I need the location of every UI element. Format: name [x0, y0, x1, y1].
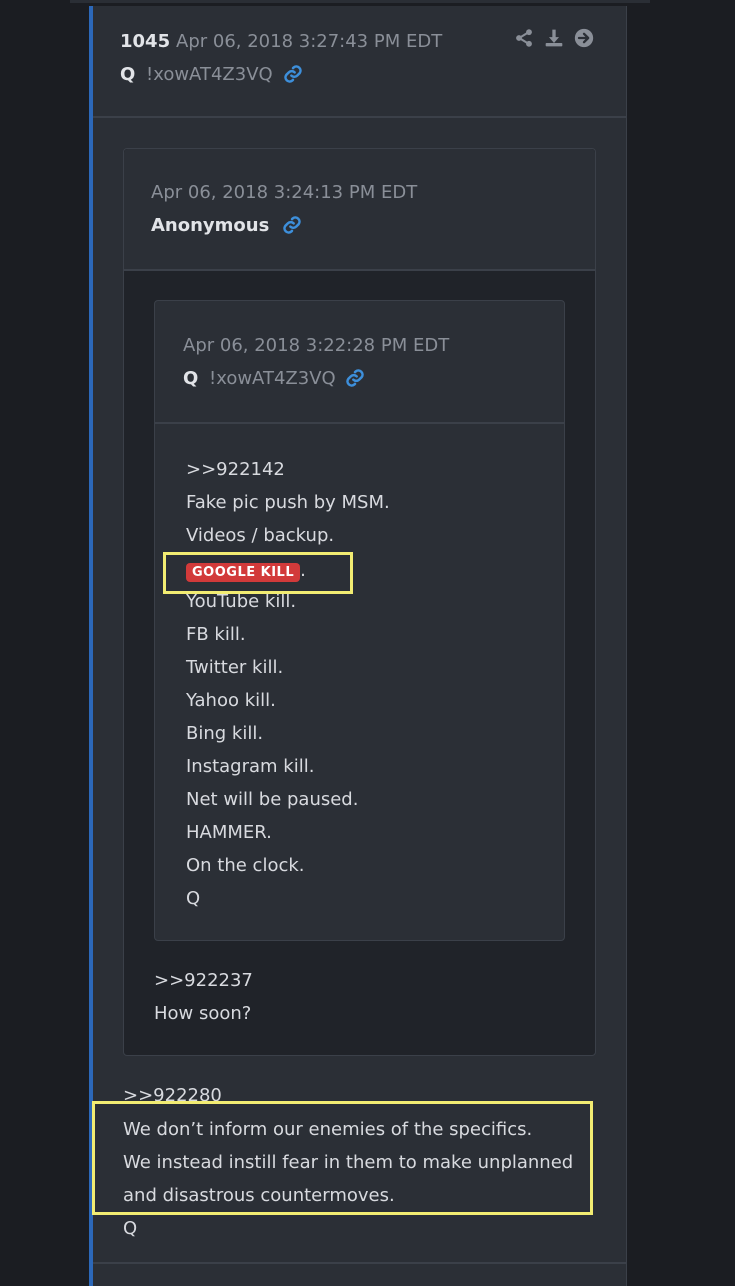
reply-reference[interactable]: >>922142 — [186, 459, 285, 480]
arrow-right-circle-icon[interactable] — [574, 28, 594, 48]
quoted-post-header: Apr 06, 2018 3:24:13 PM EDT Anonymous — [124, 149, 595, 271]
post-date: Apr 06, 2018 3:27:43 PM EDT — [176, 31, 443, 52]
quoted-post-tripcode: !xowAT4Z3VQ — [209, 368, 336, 389]
post-text-line: YouTube kill. — [186, 591, 297, 612]
post-text-line: Twitter kill. — [186, 657, 284, 678]
highlight-box — [163, 552, 353, 594]
link-icon[interactable] — [282, 215, 302, 235]
quoted-post-header: Apr 06, 2018 3:22:28 PM EDT Q !xowAT4Z3V… — [155, 301, 564, 424]
highlight-box — [92, 1101, 593, 1215]
reply-reference[interactable]: >>922237 — [154, 970, 253, 991]
post-text-line: FB kill. — [186, 624, 246, 645]
post-text-line: Videos / backup. — [186, 525, 335, 546]
quoted-post-author: Anonymous — [151, 215, 270, 236]
post-tripcode: !xowAT4Z3VQ — [146, 64, 273, 85]
download-icon[interactable] — [544, 28, 564, 48]
post-text-line: Yahoo kill. — [186, 690, 276, 711]
post-text-line: Net will be paused. — [186, 789, 359, 810]
post-header: 1045 Apr 06, 2018 3:27:43 PM EDT Q !xowA… — [93, 6, 626, 118]
bottom-divider — [93, 1262, 626, 1264]
share-icon[interactable] — [514, 28, 534, 48]
post-signature: Q — [123, 1218, 138, 1239]
link-icon[interactable] — [283, 64, 303, 84]
quoted-post-date: Apr 06, 2018 3:22:28 PM EDT — [183, 335, 450, 356]
post-text-line: HAMMER. — [186, 822, 272, 843]
top-divider — [70, 0, 650, 3]
post-number[interactable]: 1045 — [120, 31, 170, 52]
post-actions — [514, 28, 594, 48]
post-text-line: How soon? — [154, 1003, 252, 1024]
quoted-post-author: Q — [183, 368, 199, 389]
post-text-line: On the clock. — [186, 855, 305, 876]
post-text-line: Fake pic push by MSM. — [186, 492, 390, 513]
post-text-line: Bing kill. — [186, 723, 264, 744]
post-text-line: Instagram kill. — [186, 756, 315, 777]
link-icon[interactable] — [345, 368, 365, 388]
post-signature: Q — [186, 888, 201, 909]
quoted-post-date: Apr 06, 2018 3:24:13 PM EDT — [151, 182, 418, 203]
quoted-post-q: Apr 06, 2018 3:22:28 PM EDT Q !xowAT4Z3V… — [154, 300, 565, 941]
post-author: Q — [120, 64, 136, 85]
